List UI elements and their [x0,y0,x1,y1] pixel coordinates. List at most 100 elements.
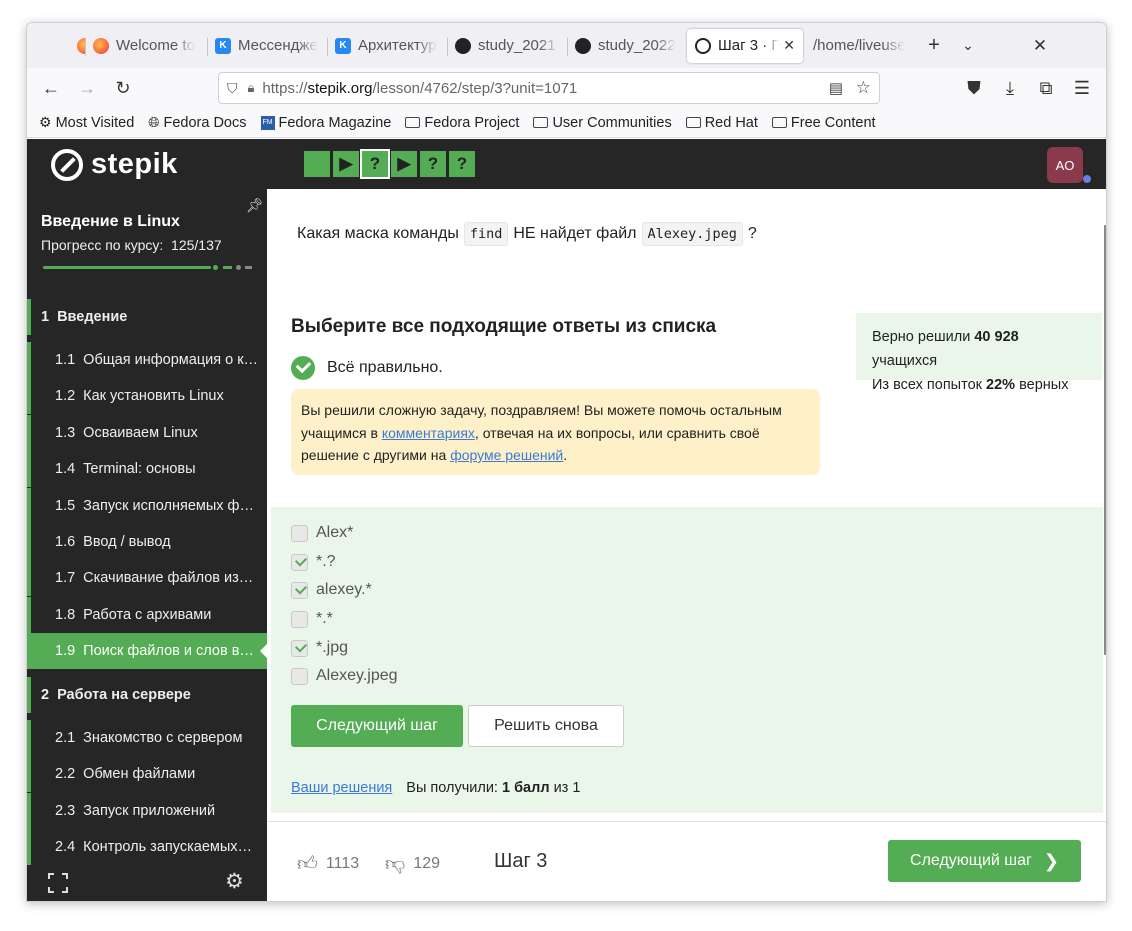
sidebar-item-1-7[interactable]: 1.7 Скачивание файлов из… [27,560,267,596]
sidebar-item-1-3[interactable]: 1.3 Осваиваем Linux [27,415,267,451]
stepik-logo-icon [51,148,83,181]
folder-icon [771,117,787,128]
option-3[interactable]: alexey.* [291,581,372,599]
lock-icon[interactable]: 🔒︎ [248,80,255,96]
tab-study-2022[interactable]: study_2022 [567,29,685,63]
answers-block: Alex* *.? alexey.* *.* *.jpg Alexey.jpeg… [271,507,1103,813]
stepik-logo[interactable]: stepik [51,148,178,181]
your-solutions-link[interactable]: Ваши решения [291,780,392,796]
course-title[interactable]: Введение в Linux [41,213,180,231]
progress-bar [43,266,211,269]
code-filename: Alexey.jpeg [641,222,743,246]
checkbox[interactable] [291,610,308,628]
tab-pinned-firefox[interactable] [27,29,85,63]
bookmark-most-visited[interactable]: ⚙ Most Visited [39,114,134,131]
tab-stepik-active[interactable]: Шаг 3 · По ✕ [687,28,803,63]
bookmark-fedora-magazine[interactable]: FM Fedora Magazine [260,115,391,131]
tab-study-2021[interactable]: study_2021- [447,29,567,63]
sidebar-item-2-3[interactable]: 2.3 Запуск приложений [27,793,267,829]
bookmark-red-hat[interactable]: Red Hat [685,115,758,131]
shield-icon[interactable]: ⛉ [227,80,238,97]
bookmark-fedora-project[interactable]: Fedora Project [405,115,519,131]
bookmarks-toolbar: ⚙ Most Visited 🌐︎ Fedora Docs FM Fedora Mag… [27,108,1106,138]
back-icon[interactable]: ← [33,72,69,104]
settings-gear-icon[interactable]: ⚙ [225,869,244,894]
option-5[interactable]: *.jpg [291,639,348,657]
step-5-quiz[interactable]: ? [420,151,446,177]
browser-window: Welcome to K Мессендже K Архитектур stud… [26,22,1107,902]
tab-home-liveuser[interactable]: /home/liveuser [805,29,913,63]
bookmark-user-communities[interactable]: User Communities [533,115,672,131]
globe-icon: 🌐︎ [148,114,160,130]
step-stats: Верно решили 40 928 учащихся Из всех поп… [856,313,1102,393]
step-4-video[interactable]: ▶ [391,151,417,177]
step-2-video[interactable]: ▶ [333,151,359,177]
url-bar[interactable]: ⛉ 🔒︎ https://stepik.org/lesson/4762/step… [218,72,880,104]
sidebar-item-2-1[interactable]: 2.1 Знакомство с сервером [27,720,267,756]
question-text: Какая маска команды find НЕ найдет файл … [297,222,757,246]
sidebar-item-2-4[interactable]: 2.4 Контроль запускаемых… [27,829,267,865]
checkbox-checked[interactable] [291,639,308,657]
sidebar-footer: ⚙ [27,869,267,901]
close-window-icon[interactable]: ✕ [1023,29,1057,63]
bookmark-free-content[interactable]: Free Content [771,115,876,131]
option-6[interactable]: Alexey.jpeg [291,667,398,685]
checkbox[interactable] [291,524,308,542]
sidebar-item-2-2[interactable]: 2.2 Обмен файлами [27,756,267,792]
avatar[interactable]: AO [1047,147,1083,183]
sidebar-item-1-8[interactable]: 1.8 Работа с архивами [27,597,267,633]
option-1[interactable]: Alex* [291,524,353,542]
fullscreen-icon[interactable] [48,873,68,893]
sidebar-item-1-4[interactable]: 1.4 Terminal: основы [27,451,267,487]
extensions-icon[interactable]: ⧉ [1028,72,1064,104]
option-2[interactable]: *.? [291,553,336,571]
reader-view-icon[interactable]: ▤ [829,79,843,97]
footer-next-step-button[interactable]: Следующий шаг ❯ [888,840,1081,882]
comments-link[interactable]: комментариях [382,425,475,441]
step-6-quiz[interactable]: ? [449,151,475,177]
solutions-forum-link[interactable]: форуме решений [450,447,563,463]
sidebar-item-1-9-active[interactable]: 1.9 Поиск файлов и слов в… [27,633,267,669]
sidebar-section-2[interactable]: 2 Работа на сервере [27,677,267,713]
dislike-button[interactable]: 👎︎ 129 [385,852,440,876]
score-line: Ваши решения Вы получили: 1 балл из 1 [291,780,581,796]
like-button[interactable]: 👍︎ 1113 [297,852,359,876]
close-tab-icon[interactable]: ✕ [783,37,795,54]
forward-icon[interactable]: → [69,72,105,104]
thumbs-down-icon: 👎︎ [385,853,406,875]
sidebar-item-1-1[interactable]: 1.1 Общая информация о к… [27,342,267,378]
new-tab-icon[interactable]: + [917,29,951,63]
scrollbar[interactable] [1104,225,1106,655]
vk-icon: K [335,37,351,54]
tab-architecture[interactable]: K Архитектур [327,29,447,63]
course-progress: Прогресс по курсу: 125/137 [41,237,222,253]
tab-welcome[interactable]: Welcome to [85,29,207,63]
checkbox-checked[interactable] [291,581,308,599]
step-1-text[interactable] [304,151,330,177]
github-icon [455,37,471,54]
step-3-quiz-current[interactable]: ? [360,149,390,179]
pin-icon[interactable]: 📌︎ [246,197,264,214]
next-step-button[interactable]: Следующий шаг [291,705,463,747]
pocket-icon[interactable]: ⛊ [956,72,992,104]
sidebar-item-1-2[interactable]: 1.2 Как установить Linux [27,378,267,414]
congrats-box: Вы решили сложную задачу, поздравляем! В… [291,389,820,475]
folder-icon [685,117,701,128]
menu-icon[interactable]: ☰ [1064,72,1100,104]
sidebar-section-1[interactable]: 1 Введение [27,299,267,335]
option-4[interactable]: *.* [291,610,333,628]
bookmark-star-icon[interactable]: ☆ [856,78,871,98]
tab-list-chevron-icon[interactable]: ⌄ [951,29,985,63]
navigation-bar: ← → ↻ ⛉ 🔒︎ https://stepik.org/lesson/476… [27,68,1106,108]
checkbox[interactable] [291,667,308,685]
tab-messenger[interactable]: K Мессендже [207,29,327,63]
fedora-magazine-icon: FM [260,115,275,130]
retry-button[interactable]: Решить снова [468,705,624,747]
thumbs-up-icon: 👍︎ [297,853,318,875]
checkbox-checked[interactable] [291,553,308,571]
downloads-icon[interactable]: ⤓ [992,72,1028,104]
sidebar-item-1-5[interactable]: 1.5 Запуск исполняемых ф… [27,488,267,524]
bookmark-fedora-docs[interactable]: 🌐︎ Fedora Docs [148,114,246,131]
sidebar-item-1-6[interactable]: 1.6 Ввод / вывод [27,524,267,560]
reload-icon[interactable]: ↻ [105,72,141,104]
